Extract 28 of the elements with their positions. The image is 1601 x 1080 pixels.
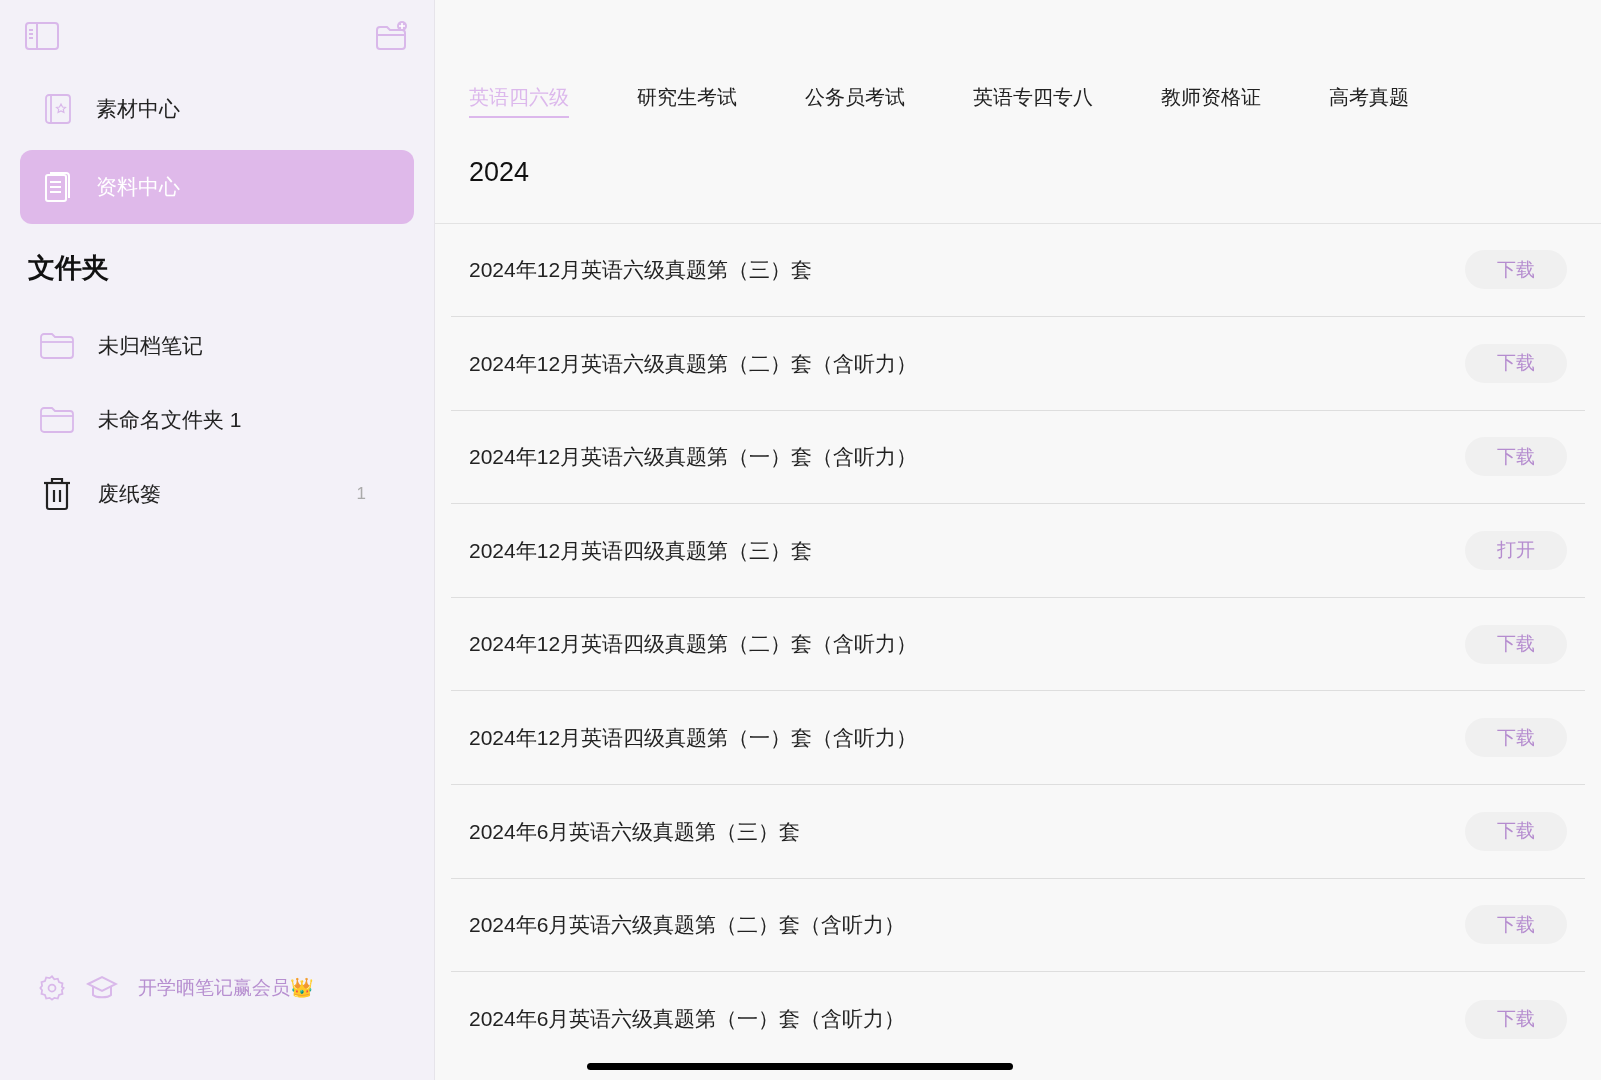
folder-icon — [39, 331, 75, 360]
paper-title[interactable]: 2024年12月英语六级真题第（二）套（含听力） — [469, 347, 918, 380]
trash-icon — [42, 476, 72, 511]
section-title: 文件夹 — [27, 252, 110, 285]
paper-title[interactable]: 2024年6月英语六级真题第（一）套（含听力） — [469, 1003, 906, 1035]
paper-title[interactable]: 2024年12月英语四级真题第（二）套（含听力） — [469, 628, 918, 660]
paper-title[interactable]: 2024年12月英语四级真题第（一）套（含听力） — [469, 722, 918, 754]
new-folder-icon[interactable] — [375, 20, 409, 52]
settings-icon[interactable] — [38, 973, 66, 1002]
folder-item[interactable]: 未命名文件夹 1 — [20, 382, 414, 457]
paper-title[interactable]: 2024年12月英语六级真题第（一）套（含听力） — [469, 441, 918, 473]
category-tab[interactable]: 研究生考试 — [637, 82, 737, 118]
sidebar-toggle-icon[interactable] — [25, 22, 59, 50]
item-count: 1 — [356, 482, 366, 505]
folder-icon — [39, 405, 75, 434]
paper-title[interactable]: 2024年6月英语六级真题第（二）套（含听力） — [469, 909, 906, 941]
document-icon — [44, 171, 72, 203]
paper-title[interactable]: 2024年6月英语六级真题第（三）套 — [469, 815, 801, 848]
category-tab[interactable]: 公务员考试 — [805, 82, 905, 118]
year-heading: 2024 — [468, 156, 531, 189]
paper-title[interactable]: 2024年12月英语六级真题第（三）套 — [469, 254, 813, 286]
category-tab[interactable]: 高考真题 — [1329, 82, 1409, 118]
nav-item[interactable]: 素材中心 — [20, 72, 414, 146]
folder-item[interactable]: 废纸篓 1 — [20, 456, 414, 531]
folder-item[interactable]: 未归档笔记 — [20, 308, 414, 383]
category-tab[interactable]: 英语专四专八 — [973, 82, 1093, 118]
paper-title[interactable]: 2024年12月英语四级真题第（三）套 — [469, 534, 813, 567]
category-tab[interactable]: 教师资格证 — [1161, 82, 1261, 118]
